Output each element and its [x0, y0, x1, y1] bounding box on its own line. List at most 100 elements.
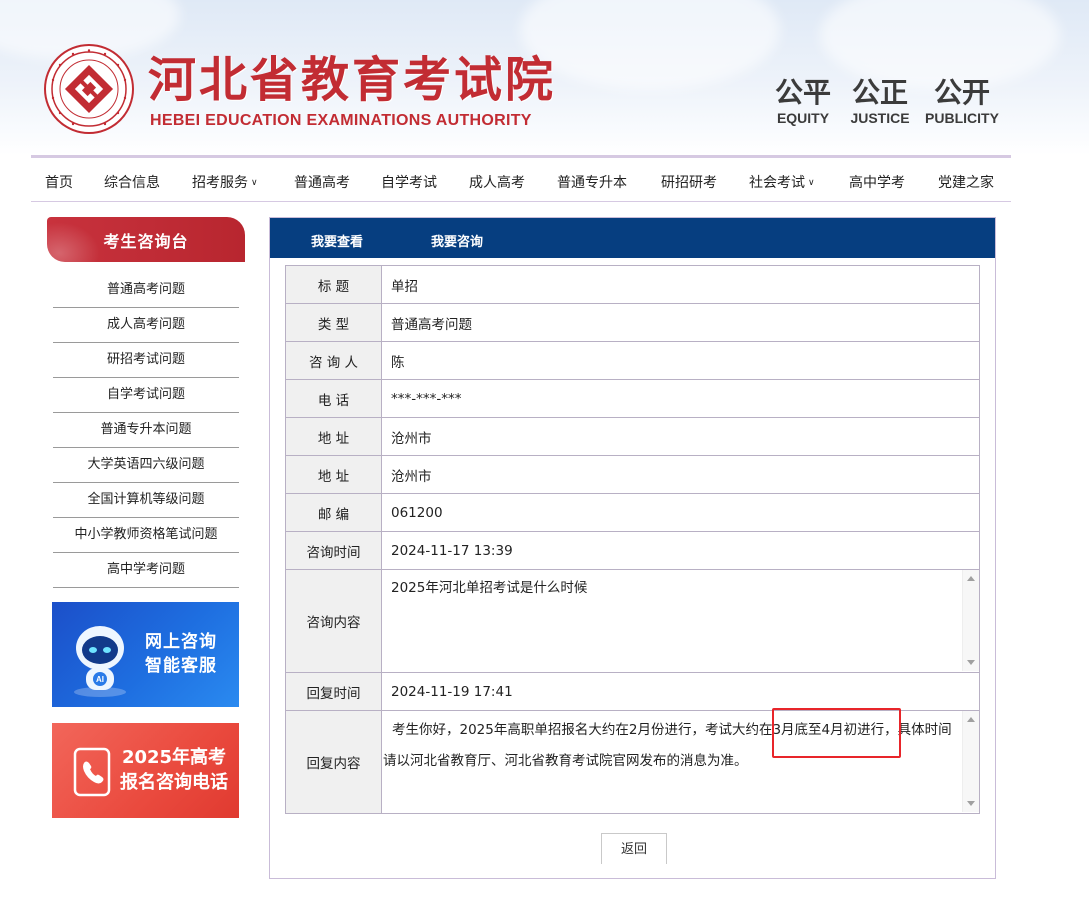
nav-item-highschool-exam[interactable]: 高中学考 [849, 172, 905, 192]
scroll-up-arrow-icon[interactable] [967, 576, 975, 581]
chevron-down-icon: ∨ [808, 178, 815, 188]
field-label: 咨询时间 [285, 531, 382, 570]
nav-item-self-study-exam[interactable]: 自学考试 [381, 172, 437, 192]
field-value-title: 单招 [381, 265, 980, 304]
field-value-asker: 陈 [381, 341, 980, 380]
nav-item-label: 普通专升本 [557, 175, 627, 191]
question-scrollbar[interactable] [962, 570, 979, 671]
sidebar-item-adult-exam[interactable]: 成人高考问题 [53, 308, 239, 343]
field-value-type: 普通高考问题 [381, 303, 980, 342]
sidebar-item-upgrade[interactable]: 普通专升本问题 [53, 413, 239, 448]
nav-item-label: 高中学考 [849, 175, 905, 191]
ai-banner-line2: 智能客服 [145, 656, 217, 676]
scroll-up-arrow-icon[interactable] [967, 717, 975, 722]
sidebar-list: 普通高考问题 成人高考问题 研招考试问题 自学考试问题 普通专升本问题 大学英语… [53, 273, 239, 588]
table-row: 回复时间 2024-11-19 17:41 [285, 672, 980, 711]
site-header: 河北省教育考试院 HEBEI EDUCATION EXAMINATIONS AU… [0, 0, 1089, 155]
table-row: 地 址 沧州市 [285, 455, 980, 494]
sidebar-item-cet[interactable]: 大学英语四六级问题 [53, 448, 239, 483]
ai-consult-banner[interactable]: AI 网上咨询 智能客服 [52, 602, 239, 707]
motto-publicity: 公开 PUBLICITY [922, 76, 1002, 126]
scroll-down-arrow-icon[interactable] [967, 660, 975, 665]
field-label: 咨询内容 [285, 569, 382, 673]
motto-en: JUSTICE [850, 110, 910, 126]
site-title: 河北省教育考试院 [148, 52, 557, 108]
robot-badge-text: AI [96, 675, 104, 684]
question-content-area[interactable]: 2025年河北单招考试是什么时候 [381, 569, 980, 673]
sidebar-item-ncre[interactable]: 全国计算机等级问题 [53, 483, 239, 518]
consultation-detail-panel: 我要查看 我要咨询 标 题 单招 类 型 普通高考问题 咨 询 人 陈 电 话 … [269, 217, 996, 879]
motto-equity: 公平 EQUITY [763, 76, 843, 126]
cloud-decoration [520, 0, 780, 90]
field-value-reply-time: 2024-11-19 17:41 [381, 672, 980, 711]
sidebar-item-teacher-cert[interactable]: 中小学教师资格笔试问题 [53, 518, 239, 553]
nav-item-label: 成人高考 [469, 175, 525, 191]
field-label: 回复时间 [285, 672, 382, 711]
field-value-address: 沧州市 [381, 417, 980, 456]
motto-justice: 公正 JUSTICE [840, 76, 920, 126]
phone-banner-text: 2025年高考 报名咨询电话 [114, 745, 234, 795]
question-text: 2025年河北单招考试是什么时候 [391, 580, 588, 596]
nav-item-upgrade-exam[interactable]: 普通专升本 [557, 172, 627, 192]
motto-cn: 公开 [933, 76, 990, 109]
nav-item-social-exams[interactable]: 社会考试 ∨ [749, 172, 815, 192]
field-value-phone: ***-***-*** [381, 379, 980, 418]
nav-item-general-info[interactable]: 综合信息 [104, 172, 160, 192]
main-nav: 首页 综合信息 招考服务 ∨ 普通高考 自学考试 成人高考 普通专升本 研招研考 … [31, 155, 1011, 202]
nav-item-label: 党建之家 [938, 175, 994, 191]
back-button[interactable]: 返回 [601, 833, 667, 864]
phone-consult-banner[interactable]: 2025年高考 报名咨询电话 [52, 723, 239, 818]
nav-item-label: 社会考试 [749, 175, 805, 191]
nav-item-gaokao[interactable]: 普通高考 [294, 172, 350, 192]
table-row: 标 题 单招 [285, 265, 980, 304]
ai-banner-line1: 网上咨询 [145, 632, 217, 652]
ai-banner-text: 网上咨询 智能客服 [145, 630, 217, 678]
tab-view-consultations[interactable]: 我要查看 [311, 231, 363, 250]
table-row: 电 话 ***-***-*** [285, 379, 980, 418]
field-label: 咨 询 人 [285, 341, 382, 380]
motto-cn: 公平 [774, 76, 831, 109]
nav-item-graduate-exam[interactable]: 研招研考 [661, 172, 717, 192]
table-row: 咨 询 人 陈 [285, 341, 980, 380]
sidebar-item-graduate-exam[interactable]: 研招考试问题 [53, 343, 239, 378]
sidebar-heading-label: 考生咨询台 [103, 232, 189, 251]
field-label: 电 话 [285, 379, 382, 418]
field-label: 地 址 [285, 417, 382, 456]
field-label: 标 题 [285, 265, 382, 304]
nav-item-adult-exam[interactable]: 成人高考 [469, 172, 525, 192]
sidebar-item-self-study[interactable]: 自学考试问题 [53, 378, 239, 413]
table-row: 地 址 沧州市 [285, 417, 980, 456]
sidebar-item-highschool[interactable]: 高中学考问题 [53, 553, 239, 588]
authority-seal-logo[interactable] [44, 44, 134, 134]
table-row: 咨询内容 2025年河北单招考试是什么时候 [285, 569, 980, 673]
motto-en: EQUITY [776, 110, 830, 126]
field-label: 回复内容 [285, 710, 382, 814]
sidebar-item-gaokao[interactable]: 普通高考问题 [53, 273, 239, 308]
table-row: 类 型 普通高考问题 [285, 303, 980, 342]
motto-en: PUBLICITY [925, 110, 999, 126]
table-row: 咨询时间 2024-11-17 13:39 [285, 531, 980, 570]
highlight-annotation-box [772, 708, 901, 758]
tab-bar: 我要查看 我要咨询 [270, 218, 995, 258]
nav-item-admission-services[interactable]: 招考服务 ∨ [192, 172, 258, 192]
field-value-address: 沧州市 [381, 455, 980, 494]
nav-item-label: 自学考试 [381, 175, 437, 191]
nav-item-label: 普通高考 [294, 175, 350, 191]
field-label: 邮 编 [285, 493, 382, 532]
nav-item-label: 首页 [45, 175, 73, 191]
motto-cn: 公正 [851, 76, 908, 109]
nav-item-label: 研招研考 [661, 175, 717, 191]
sidebar-heading: 考生咨询台 [47, 217, 245, 262]
nav-item-label: 招考服务 [192, 175, 248, 191]
scroll-down-arrow-icon[interactable] [967, 801, 975, 806]
chevron-down-icon: ∨ [251, 178, 258, 188]
field-value-consult-time: 2024-11-17 13:39 [381, 531, 980, 570]
table-row: 邮 编 061200 [285, 493, 980, 532]
tab-ask-question[interactable]: 我要咨询 [431, 231, 483, 250]
nav-item-label: 综合信息 [104, 175, 160, 191]
reply-scrollbar[interactable] [962, 711, 979, 812]
nav-item-party-building[interactable]: 党建之家 [938, 172, 994, 192]
nav-item-home[interactable]: 首页 [45, 172, 73, 192]
phone-banner-line1: 2025年高考 [121, 747, 227, 768]
field-value-postcode: 061200 [381, 493, 980, 532]
